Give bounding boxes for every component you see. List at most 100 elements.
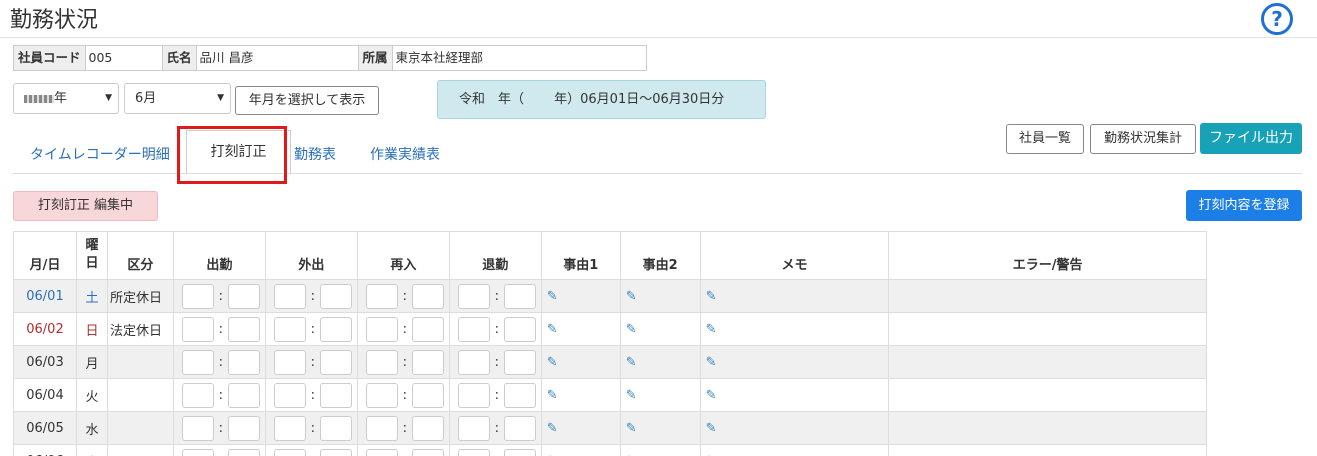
clock-in-hour-input[interactable] [181,349,214,375]
out-minute-input[interactable] [319,349,352,375]
show-period-button[interactable]: 年月を選択して表示 [235,86,379,115]
clock-out-minute-input[interactable] [503,316,536,342]
summary-button[interactable]: 勤務状況集計 [1090,124,1196,154]
time-separator: : [494,420,499,436]
pencil-icon[interactable]: ✎ [703,289,717,304]
out-hour-input[interactable] [273,415,306,441]
reenter-minute-input[interactable] [411,415,444,441]
clock-out-cell: : [448,378,542,412]
pencil-icon[interactable]: ✎ [703,388,717,403]
reason1-cell: ✎ [540,312,621,346]
row-category: 所定休日 [106,279,174,313]
clock-in-hour-input[interactable] [181,415,214,441]
row-dow: 日 [75,312,108,346]
clock-out-hour-input[interactable] [457,316,490,342]
pencil-icon[interactable]: ✎ [703,355,717,370]
clock-out-minute-input[interactable] [503,283,536,309]
pencil-icon[interactable]: ✎ [703,322,717,337]
clock-in-hour-input[interactable] [181,316,214,342]
pencil-icon[interactable]: ✎ [703,421,717,436]
reenter-hour-input[interactable] [365,283,398,309]
pencil-icon[interactable]: ✎ [623,421,637,436]
year-select[interactable]: 年 ▼ [13,83,119,114]
reason1-cell: ✎ [540,378,621,412]
clock-in-hour-input[interactable] [181,382,214,408]
title-divider [0,37,1317,38]
row-category [106,345,174,379]
header-dow-line1: 曜 [85,238,99,253]
time-separator: : [218,387,224,403]
out-cell: : [264,378,358,412]
time-separator: : [494,288,499,304]
reenter-minute-input[interactable] [411,316,444,342]
clock-out-hour-input[interactable] [457,382,490,408]
clock-in-minute-input[interactable] [227,448,260,456]
pencil-icon[interactable]: ✎ [623,355,637,370]
clock-in-minute-input[interactable] [227,283,260,309]
out-minute-input[interactable] [319,415,352,441]
pencil-icon[interactable]: ✎ [544,388,558,403]
time-separator: : [310,288,316,304]
clock-out-minute-input[interactable] [503,382,536,408]
month-select[interactable]: 6月 ▼ [124,83,231,114]
out-hour-input[interactable] [273,382,306,408]
clock-in-minute-input[interactable] [227,349,260,375]
out-hour-input[interactable] [273,316,306,342]
pencil-icon[interactable]: ✎ [623,322,637,337]
out-hour-input[interactable] [273,349,306,375]
reenter-hour-input[interactable] [365,382,398,408]
employee-list-button[interactable]: 社員一覧 [1006,124,1084,154]
tab-work-sheet[interactable]: 勤務表 [294,144,336,164]
time-separator: : [310,387,316,403]
out-minute-input[interactable] [319,382,352,408]
error-cell [888,378,1207,412]
tab-timerecorder-detail[interactable]: タイムレコーダー明細 [30,144,170,164]
clock-out-cell: : [448,279,542,313]
clock-in-minute-input[interactable] [227,415,260,441]
clock-out-minute-input[interactable] [503,448,536,456]
out-minute-input[interactable] [319,448,352,456]
out-hour-input[interactable] [273,283,306,309]
clock-in-cell: : [172,378,266,412]
employee-code-label: 社員コード [14,46,86,70]
clock-in-minute-input[interactable] [227,382,260,408]
row-date[interactable]: 06/01 [13,279,77,313]
reenter-hour-input[interactable] [365,448,398,456]
clock-out-hour-input[interactable] [457,283,490,309]
help-icon[interactable]: ? [1261,3,1293,35]
reenter-minute-input[interactable] [411,283,444,309]
out-minute-input[interactable] [319,283,352,309]
clock-out-hour-input[interactable] [457,349,490,375]
out-hour-input[interactable] [273,448,306,456]
tab-work-results[interactable]: 作業実績表 [370,144,440,164]
reenter-hour-input[interactable] [365,349,398,375]
reenter-minute-input[interactable] [411,349,444,375]
out-minute-input[interactable] [319,316,352,342]
pencil-icon[interactable]: ✎ [544,322,558,337]
clock-in-hour-input[interactable] [181,448,214,456]
register-stamp-button[interactable]: 打刻内容を登録 [1186,190,1302,221]
pencil-icon[interactable]: ✎ [544,355,558,370]
clock-in-minute-input[interactable] [227,316,260,342]
pencil-icon[interactable]: ✎ [544,421,558,436]
time-separator: : [402,387,408,403]
reenter-hour-input[interactable] [365,316,398,342]
reenter-minute-input[interactable] [411,448,444,456]
clock-out-hour-input[interactable] [457,448,490,456]
employee-name-label: 氏名 [162,46,197,70]
pencil-icon[interactable]: ✎ [623,289,637,304]
clock-out-hour-input[interactable] [457,415,490,441]
pencil-icon[interactable]: ✎ [544,289,558,304]
clock-out-minute-input[interactable] [503,349,536,375]
file-output-button[interactable]: ファイル出力 [1200,123,1302,154]
row-dow: 土 [75,279,108,313]
header-reason2: 事由2 [619,231,701,280]
header-error: エラー/警告 [888,231,1207,280]
reenter-minute-input[interactable] [411,382,444,408]
clock-out-minute-input[interactable] [503,415,536,441]
reenter-hour-input[interactable] [365,415,398,441]
row-date[interactable]: 06/02 [13,312,77,346]
clock-in-hour-input[interactable] [181,283,214,309]
pencil-icon[interactable]: ✎ [623,388,637,403]
table-row: 06/05 水:::: ✎ ✎ ✎ [13,411,1207,445]
